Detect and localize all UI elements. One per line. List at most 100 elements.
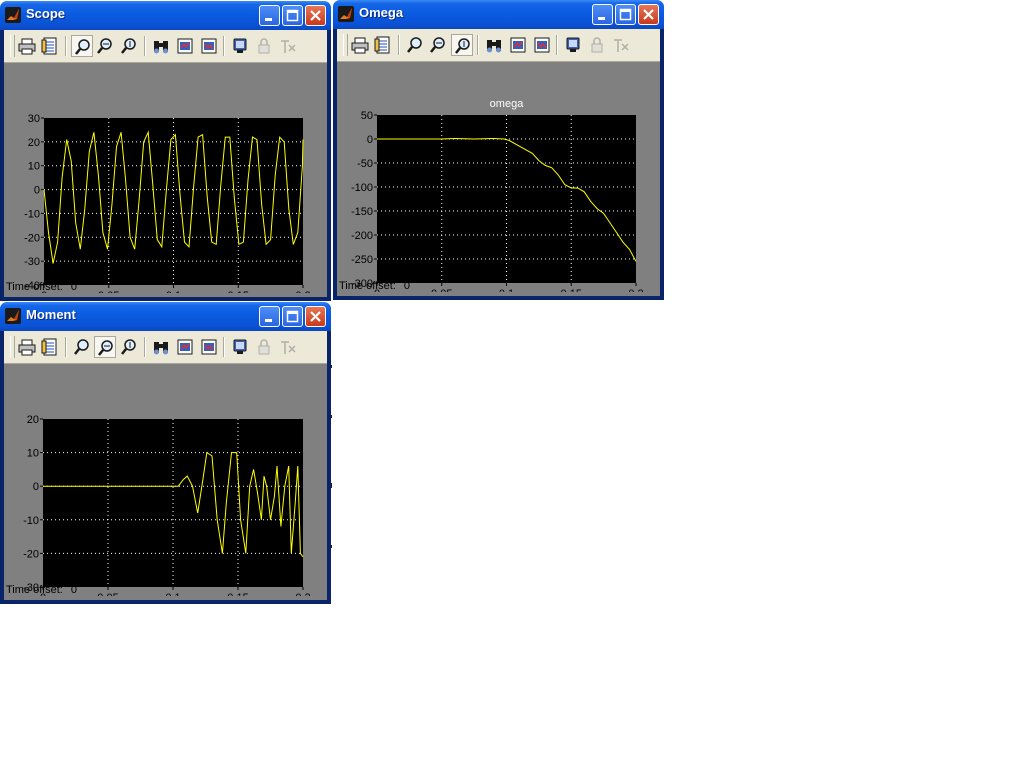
autoscale-binoculars-icon <box>154 41 168 54</box>
close-button[interactable] <box>638 4 659 25</box>
autoscale-binoculars-icon <box>154 342 168 355</box>
print-button[interactable] <box>16 35 38 57</box>
zoom-x-icon <box>97 38 112 54</box>
y-tick-label: -200 <box>351 230 373 242</box>
toolbar-separator <box>477 35 479 55</box>
zoom-button[interactable] <box>71 35 93 57</box>
zoom-x-button[interactable] <box>94 35 116 57</box>
lock-axes-button[interactable] <box>253 35 275 57</box>
time-offset: Time offset: 0 <box>6 281 77 293</box>
omega-window: Omega omega00.050.10.150.2-300-250-200-1… <box>333 0 664 300</box>
save-axes-button[interactable] <box>174 336 196 358</box>
time-offset-value: 0 <box>403 280 410 292</box>
x-tick-label: 0.1 <box>165 592 180 596</box>
y-tick-label: 10 <box>28 161 40 173</box>
minimize-button[interactable] <box>592 4 613 25</box>
autoscale-binoculars-button[interactable] <box>483 34 505 56</box>
y-tick-label: 30 <box>28 113 40 125</box>
maximize-button[interactable] <box>615 4 636 25</box>
save-axes-button[interactable] <box>174 35 196 57</box>
zoom-y-icon <box>455 38 470 54</box>
maximize-button[interactable] <box>282 5 303 26</box>
moment-toolbar <box>4 331 327 364</box>
lock-axes-button[interactable] <box>253 336 275 358</box>
save-axes-icon <box>177 339 193 355</box>
zoom-icon <box>75 39 90 55</box>
restore-axes-button[interactable] <box>531 34 553 56</box>
plot-area <box>44 118 303 285</box>
toolbar-grip[interactable] <box>343 34 348 56</box>
autoscale-binoculars-button[interactable] <box>150 336 172 358</box>
y-tick-label: -10 <box>24 208 40 220</box>
zoom-y-icon <box>121 339 136 355</box>
toolbar-separator <box>144 36 146 56</box>
maximize-button[interactable] <box>282 306 303 327</box>
y-tick-label: -100 <box>351 182 373 194</box>
save-axes-button[interactable] <box>507 34 529 56</box>
y-tick-label: -10 <box>23 515 39 527</box>
y-tick-label: 50 <box>361 110 373 122</box>
zoom-x-button[interactable] <box>427 34 449 56</box>
parameters-button[interactable] <box>39 35 61 57</box>
restore-axes-button[interactable] <box>198 35 220 57</box>
signal-selection-icon <box>614 39 629 52</box>
toolbar-separator <box>223 36 225 56</box>
close-button[interactable] <box>305 5 326 26</box>
lock-axes-icon <box>591 37 603 53</box>
signal-selection-button[interactable] <box>277 336 299 358</box>
matlab-logo-icon <box>338 6 354 22</box>
stray-mark <box>331 365 332 368</box>
restore-axes-icon <box>201 38 217 54</box>
signal-selection-button[interactable] <box>277 35 299 57</box>
x-tick-label: 0.15 <box>227 592 248 596</box>
y-tick-label: -250 <box>351 254 373 266</box>
floating-scope-icon <box>233 339 247 354</box>
moment-plot: 00.050.10.150.2-30-20-1001020 <box>23 414 311 596</box>
minimize-button[interactable] <box>259 5 280 26</box>
signal-selection-button[interactable] <box>610 34 632 56</box>
zoom-x-icon <box>98 340 113 356</box>
parameters-icon <box>41 37 57 55</box>
x-tick-label: 0.05 <box>97 592 118 596</box>
restore-axes-button[interactable] <box>198 336 220 358</box>
print-icon <box>351 37 369 54</box>
scope-toolbar <box>4 30 327 63</box>
toolbar-separator <box>144 337 146 357</box>
moment-title-bar[interactable]: Moment <box>0 302 331 331</box>
zoom-button[interactable] <box>404 34 426 56</box>
zoom-x-button[interactable] <box>94 336 116 358</box>
zoom-y-button[interactable] <box>118 35 140 57</box>
close-button[interactable] <box>305 306 326 327</box>
save-axes-icon <box>177 38 193 54</box>
stray-mark <box>331 415 332 418</box>
parameters-button[interactable] <box>39 336 61 358</box>
floating-scope-button[interactable] <box>229 336 251 358</box>
y-tick-label: -20 <box>24 232 40 244</box>
matlab-logo-icon <box>5 308 21 324</box>
autoscale-binoculars-button[interactable] <box>150 35 172 57</box>
toolbar-grip[interactable] <box>10 35 15 57</box>
matlab-logo-icon <box>5 7 21 23</box>
signal-selection-icon <box>281 341 296 354</box>
zoom-y-button[interactable] <box>451 34 473 56</box>
moment-client-area: 00.050.10.150.2-30-20-1001020 Time offse… <box>4 331 327 600</box>
print-button[interactable] <box>349 34 371 56</box>
floating-scope-button[interactable] <box>562 34 584 56</box>
time-offset-value: 0 <box>70 584 77 596</box>
autoscale-binoculars-icon <box>487 40 501 53</box>
omega-title-bar[interactable]: Omega <box>333 0 664 29</box>
toolbar-separator <box>556 35 558 55</box>
zoom-y-button[interactable] <box>118 336 140 358</box>
floating-scope-button[interactable] <box>229 35 251 57</box>
minimize-button[interactable] <box>259 306 280 327</box>
print-button[interactable] <box>16 336 38 358</box>
zoom-button[interactable] <box>71 336 93 358</box>
print-icon <box>18 38 36 55</box>
parameters-button[interactable] <box>372 34 394 56</box>
zoom-x-icon <box>430 37 445 53</box>
toolbar-grip[interactable] <box>10 336 15 358</box>
y-tick-label: 0 <box>367 134 373 146</box>
toolbar-separator <box>223 337 225 357</box>
scope-title-bar[interactable]: Scope <box>0 1 331 30</box>
lock-axes-button[interactable] <box>586 34 608 56</box>
